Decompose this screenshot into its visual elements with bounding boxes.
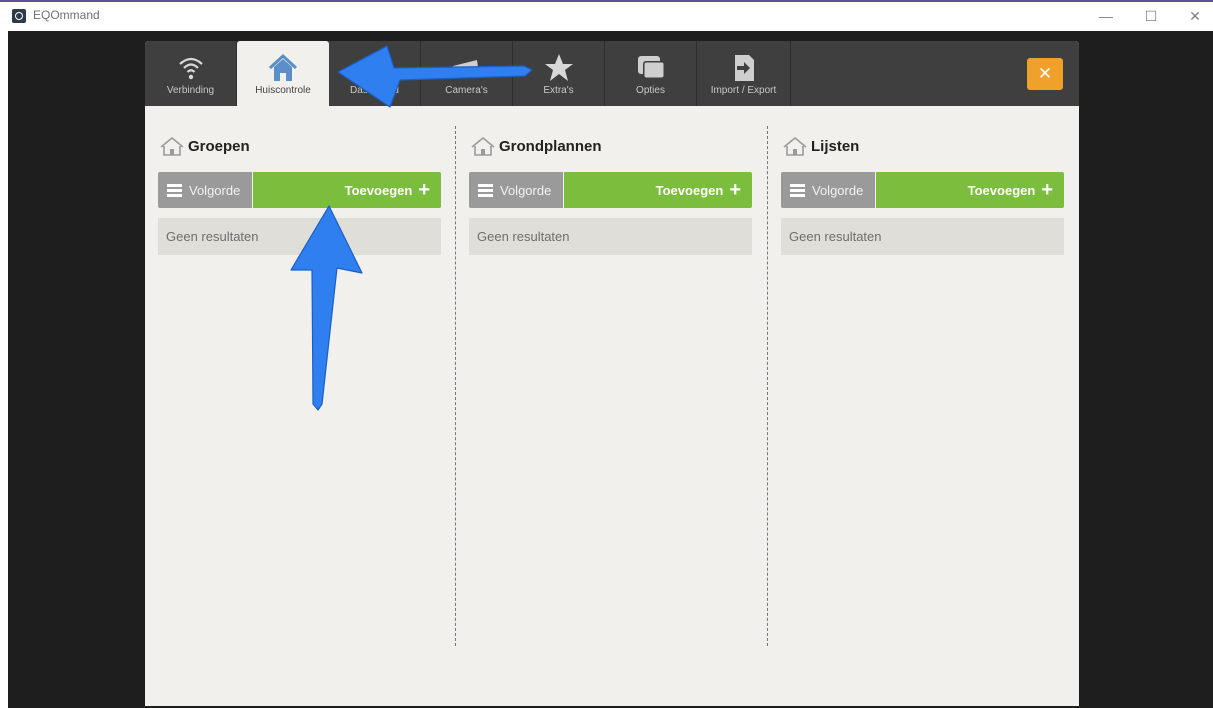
minimize-button[interactable]: — (1096, 8, 1116, 24)
maximize-button[interactable]: ☐ (1141, 8, 1161, 25)
tab-label: Camera's (445, 85, 488, 96)
window-titlebar: EQOmmand — ☐ ✕ (0, 0, 1213, 31)
window-close-button[interactable]: ✕ (1185, 8, 1205, 25)
column-divider (455, 126, 456, 646)
column-title: Groepen (188, 137, 250, 155)
main-panel: Verbinding Huiscontrole Dashboard Camera… (145, 41, 1079, 706)
star-icon (544, 54, 573, 81)
tab-verbinding[interactable]: Verbinding (145, 41, 237, 106)
tab-import-export[interactable]: Import / Export (697, 41, 791, 106)
column-title: Grondplannen (499, 137, 602, 155)
tab-cameras[interactable]: Camera's (421, 41, 513, 106)
window-title: EQOmmand (33, 8, 100, 22)
toevoegen-label: Toevoegen (967, 182, 1036, 198)
toevoegen-button[interactable]: Toevoegen + (253, 172, 441, 208)
column-heading: Lijsten (783, 135, 859, 157)
app-logo-icon (12, 9, 26, 23)
column-lijsten: Lijsten Volgorde Toevoegen + Geen result… (781, 106, 1064, 706)
empty-state: Geen resultaten (781, 218, 1064, 255)
tab-opties[interactable]: Opties (605, 41, 697, 106)
plus-icon: + (1041, 179, 1053, 201)
top-toolbar: Verbinding Huiscontrole Dashboard Camera… (145, 41, 1079, 106)
plus-icon: + (729, 179, 741, 201)
toevoegen-label: Toevoegen (344, 182, 413, 198)
panel-close-button[interactable]: ✕ (1027, 58, 1063, 90)
column-groepen: Groepen Volgorde Toevoegen + Geen result… (158, 106, 441, 706)
menu-icon (790, 184, 805, 197)
plus-icon: + (418, 179, 430, 201)
column-title: Lijsten (811, 137, 860, 155)
column-heading: Grondplannen (471, 135, 602, 157)
house-outline-icon (471, 136, 495, 156)
column-heading: Groepen (160, 135, 250, 157)
column-grondplannen: Grondplannen Volgorde Toevoegen + Geen r… (469, 106, 752, 706)
volgorde-label: Volgorde (812, 182, 864, 198)
volgorde-button[interactable]: Volgorde (158, 172, 252, 208)
toevoegen-button[interactable]: Toevoegen + (564, 172, 752, 208)
tab-label: Huiscontrole (255, 85, 311, 96)
volgorde-button[interactable]: Volgorde (781, 172, 875, 208)
tab-label: Extra's (543, 85, 574, 96)
tab-label: Opties (636, 85, 665, 96)
volgorde-label: Volgorde (500, 182, 552, 198)
tab-label: Dashboard (350, 85, 399, 96)
empty-state: Geen resultaten (158, 218, 441, 255)
tab-label: Verbinding (166, 85, 215, 96)
menu-icon (478, 184, 493, 197)
home-icon (268, 53, 298, 81)
volgorde-label: Volgorde (189, 182, 241, 198)
tab-label: Import / Export (710, 85, 777, 96)
wifi-icon (178, 57, 203, 80)
import-export-icon (734, 55, 754, 81)
tab-dashboard[interactable]: Dashboard (329, 41, 421, 106)
empty-state: Geen resultaten (469, 218, 752, 255)
windows-icon (637, 56, 665, 79)
column-divider (767, 126, 768, 646)
camera-icon (452, 60, 479, 78)
house-outline-icon (783, 136, 807, 156)
house-outline-icon (160, 136, 184, 156)
tab-extras[interactable]: Extra's (513, 41, 605, 106)
toevoegen-button[interactable]: Toevoegen + (876, 172, 1064, 208)
dashboard-icon (366, 56, 385, 80)
volgorde-button[interactable]: Volgorde (469, 172, 563, 208)
toevoegen-label: Toevoegen (655, 182, 724, 198)
tab-huiscontrole[interactable]: Huiscontrole (237, 41, 329, 106)
menu-icon (167, 184, 182, 197)
